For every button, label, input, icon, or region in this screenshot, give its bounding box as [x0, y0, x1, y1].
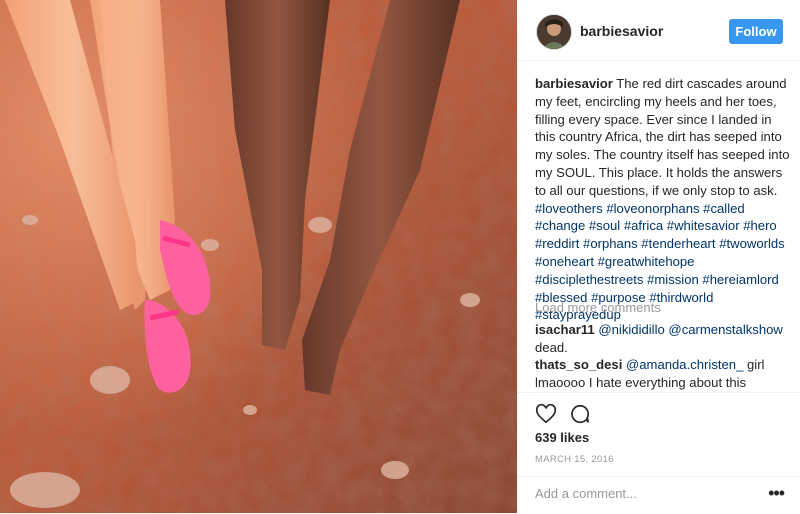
comment-mentions[interactable]: @amanda.christen_ — [626, 357, 743, 372]
hashtag-link[interactable]: #loveonorphans — [606, 201, 699, 216]
post-author-username[interactable]: barbiesavior — [580, 23, 663, 39]
more-options-icon[interactable]: ••• — [768, 483, 785, 504]
hashtag-link[interactable]: #loveothers — [535, 201, 603, 216]
hashtag-link[interactable]: #hereiamlord — [702, 272, 778, 287]
hashtag-link[interactable]: #called — [703, 201, 745, 216]
hashtag-link[interactable]: #africa — [624, 218, 663, 233]
hashtag-link[interactable]: #hero — [743, 218, 777, 233]
hashtag-link[interactable]: #disciplethestreets — [535, 272, 643, 287]
avatar[interactable] — [536, 14, 572, 50]
post-header: barbiesavior Follow — [517, 0, 800, 61]
hashtag-link[interactable]: #greatwhitehope — [598, 254, 695, 269]
heart-outline-icon[interactable] — [535, 403, 557, 425]
hashtag-link[interactable]: #reddirt — [535, 236, 579, 251]
comment-text: dead. — [535, 339, 568, 355]
speech-bubble-icon[interactable] — [569, 403, 591, 425]
hashtag-link[interactable]: #mission — [647, 272, 699, 287]
hashtag-link[interactable]: #twoworlds — [719, 236, 785, 251]
comment-item: isachar11 @nikididillo @carmenstalkshow … — [535, 321, 790, 357]
comment-username[interactable]: isachar11 — [535, 322, 595, 337]
hashtag-link[interactable]: #oneheart — [535, 254, 594, 269]
post-caption: barbiesavior The red dirt cascades aroun… — [535, 75, 790, 324]
comment-item: thats_so_desi @amanda.christen_ girl lma… — [535, 356, 790, 392]
comment-mentions[interactable]: @nikididillo @carmenstalkshow — [598, 322, 783, 337]
add-comment-bar: ••• — [517, 476, 800, 514]
add-comment-input[interactable] — [535, 486, 735, 501]
post-details-panel: barbiesavior Follow barbiesavior The red… — [517, 0, 800, 513]
hashtag-link[interactable]: #orphans — [583, 236, 638, 251]
hashtag-link[interactable]: #tenderheart — [641, 236, 715, 251]
like-count[interactable]: 639 likes — [535, 430, 589, 445]
caption-text: The red dirt cascades around my feet, en… — [535, 76, 790, 198]
load-more-comments[interactable]: Load more comments — [535, 300, 661, 315]
follow-button[interactable]: Follow — [729, 19, 783, 44]
hashtag-link[interactable]: #change — [535, 218, 585, 233]
post-photo[interactable] — [0, 0, 517, 513]
post-date: MARCH 15, 2016 — [535, 454, 614, 465]
hashtag-link[interactable]: #soul — [589, 218, 620, 233]
hashtag-link[interactable]: #whitesavior — [667, 218, 740, 233]
comment-username[interactable]: thats_so_desi — [535, 357, 622, 372]
photo-dolls-legs-red-dirt — [0, 0, 517, 513]
caption-username[interactable]: barbiesavior — [535, 76, 613, 91]
profile-avatar-icon — [537, 15, 571, 49]
